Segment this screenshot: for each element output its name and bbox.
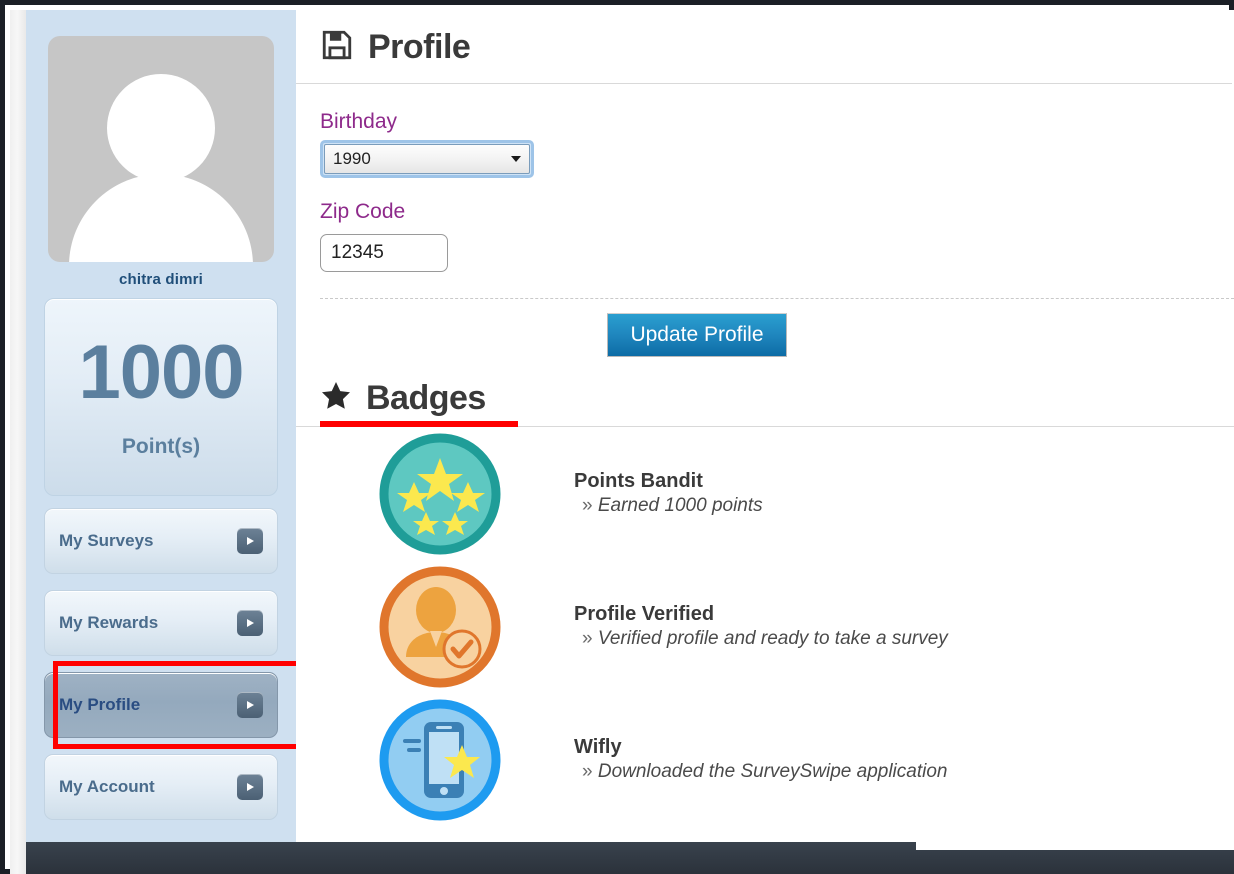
chevron-right-icon <box>237 528 263 554</box>
zip-code-label: Zip Code <box>320 200 406 223</box>
window-bottom-bar <box>26 842 1234 874</box>
update-profile-row: Update Profile <box>320 299 1234 357</box>
window-gutter <box>10 10 26 874</box>
sidebar-item-my-account[interactable]: My Account <box>44 754 278 820</box>
chevron-right-icon <box>237 692 263 718</box>
sidebar-item-my-surveys[interactable]: My Surveys <box>44 508 278 574</box>
chevron-right-icon <box>237 610 263 636</box>
sidebar-item-label: My Account <box>59 777 155 796</box>
page-header: Profile <box>296 10 1232 84</box>
page-title: Profile <box>368 28 471 66</box>
points-label: Point(s) <box>121 435 201 458</box>
profile-form: Birthday 1990 Zip Code Update Profile <box>296 84 1234 357</box>
badge-name: Profile Verified <box>574 603 715 625</box>
mobile-star-badge-icon <box>378 698 502 822</box>
avatar-body-shape <box>69 174 253 262</box>
badge-desc-text: Verified profile and ready to take a sur… <box>597 628 948 649</box>
avatar-head-shape <box>107 74 215 182</box>
star-icon <box>320 380 352 417</box>
badge-desc-prefix: » <box>582 761 593 782</box>
points-value: 1000 <box>78 330 244 415</box>
badge-description: » Earned 1000 points <box>574 495 763 517</box>
avatar[interactable] <box>48 36 274 262</box>
screenshot-frame: chitra dimri 1000 Point(s) My Surveys My… <box>0 0 1234 874</box>
badge-item-wifly: Wifly » Downloaded the SurveySwipe appli… <box>296 693 1234 826</box>
update-profile-button[interactable]: Update Profile <box>607 313 787 357</box>
five-stars-badge-icon <box>378 432 502 556</box>
birthday-value: 1990 <box>333 149 371 168</box>
badge-item-profile-verified: Profile Verified » Verified profile and … <box>296 560 1234 693</box>
badges-underline-annotation <box>320 421 518 427</box>
badge-name: Points Bandit <box>574 470 703 492</box>
sidebar-nav: My Surveys My Rewards My Profile My Acco… <box>44 508 305 820</box>
sidebar-item-label: My Surveys <box>59 531 154 550</box>
sidebar-item-my-profile[interactable]: My Profile <box>44 661 305 749</box>
badge-desc-prefix: » <box>582 495 593 516</box>
sidebar-item-label: My Profile <box>59 695 141 714</box>
username-label: chitra dimri <box>118 271 204 288</box>
chevron-right-icon <box>237 774 263 800</box>
app-window: chitra dimri 1000 Point(s) My Surveys My… <box>26 10 1234 874</box>
sidebar-item-label: My Rewards <box>59 613 159 632</box>
badges-title: Badges <box>366 379 486 417</box>
badge-description: » Downloaded the SurveySwipe application <box>574 761 947 783</box>
badge-desc-prefix: » <box>582 628 593 649</box>
zip-code-input[interactable] <box>320 234 448 272</box>
sidebar-item-my-rewards[interactable]: My Rewards <box>44 590 278 656</box>
badges-divider <box>296 421 1234 427</box>
sidebar: chitra dimri 1000 Point(s) My Surveys My… <box>26 10 305 842</box>
birthday-label: Birthday <box>320 110 398 133</box>
main-content: Profile Birthday 1990 Zip Code Update Pr… <box>296 10 1234 842</box>
badge-item-points-bandit: Points Bandit » Earned 1000 points <box>296 427 1234 560</box>
chevron-down-icon <box>511 156 521 162</box>
badge-name: Wifly <box>574 736 622 758</box>
save-floppy-icon <box>320 28 354 67</box>
badge-desc-text: Earned 1000 points <box>597 495 763 516</box>
badge-description: » Verified profile and ready to take a s… <box>574 628 948 650</box>
bottom-bar-gap <box>916 842 1234 850</box>
badge-desc-text: Downloaded the SurveySwipe application <box>597 761 948 782</box>
birthday-select[interactable]: 1990 <box>320 140 534 178</box>
verified-person-badge-icon <box>378 565 502 689</box>
points-panel: 1000 Point(s) <box>44 298 278 496</box>
badges-header: Badges <box>296 357 1234 418</box>
